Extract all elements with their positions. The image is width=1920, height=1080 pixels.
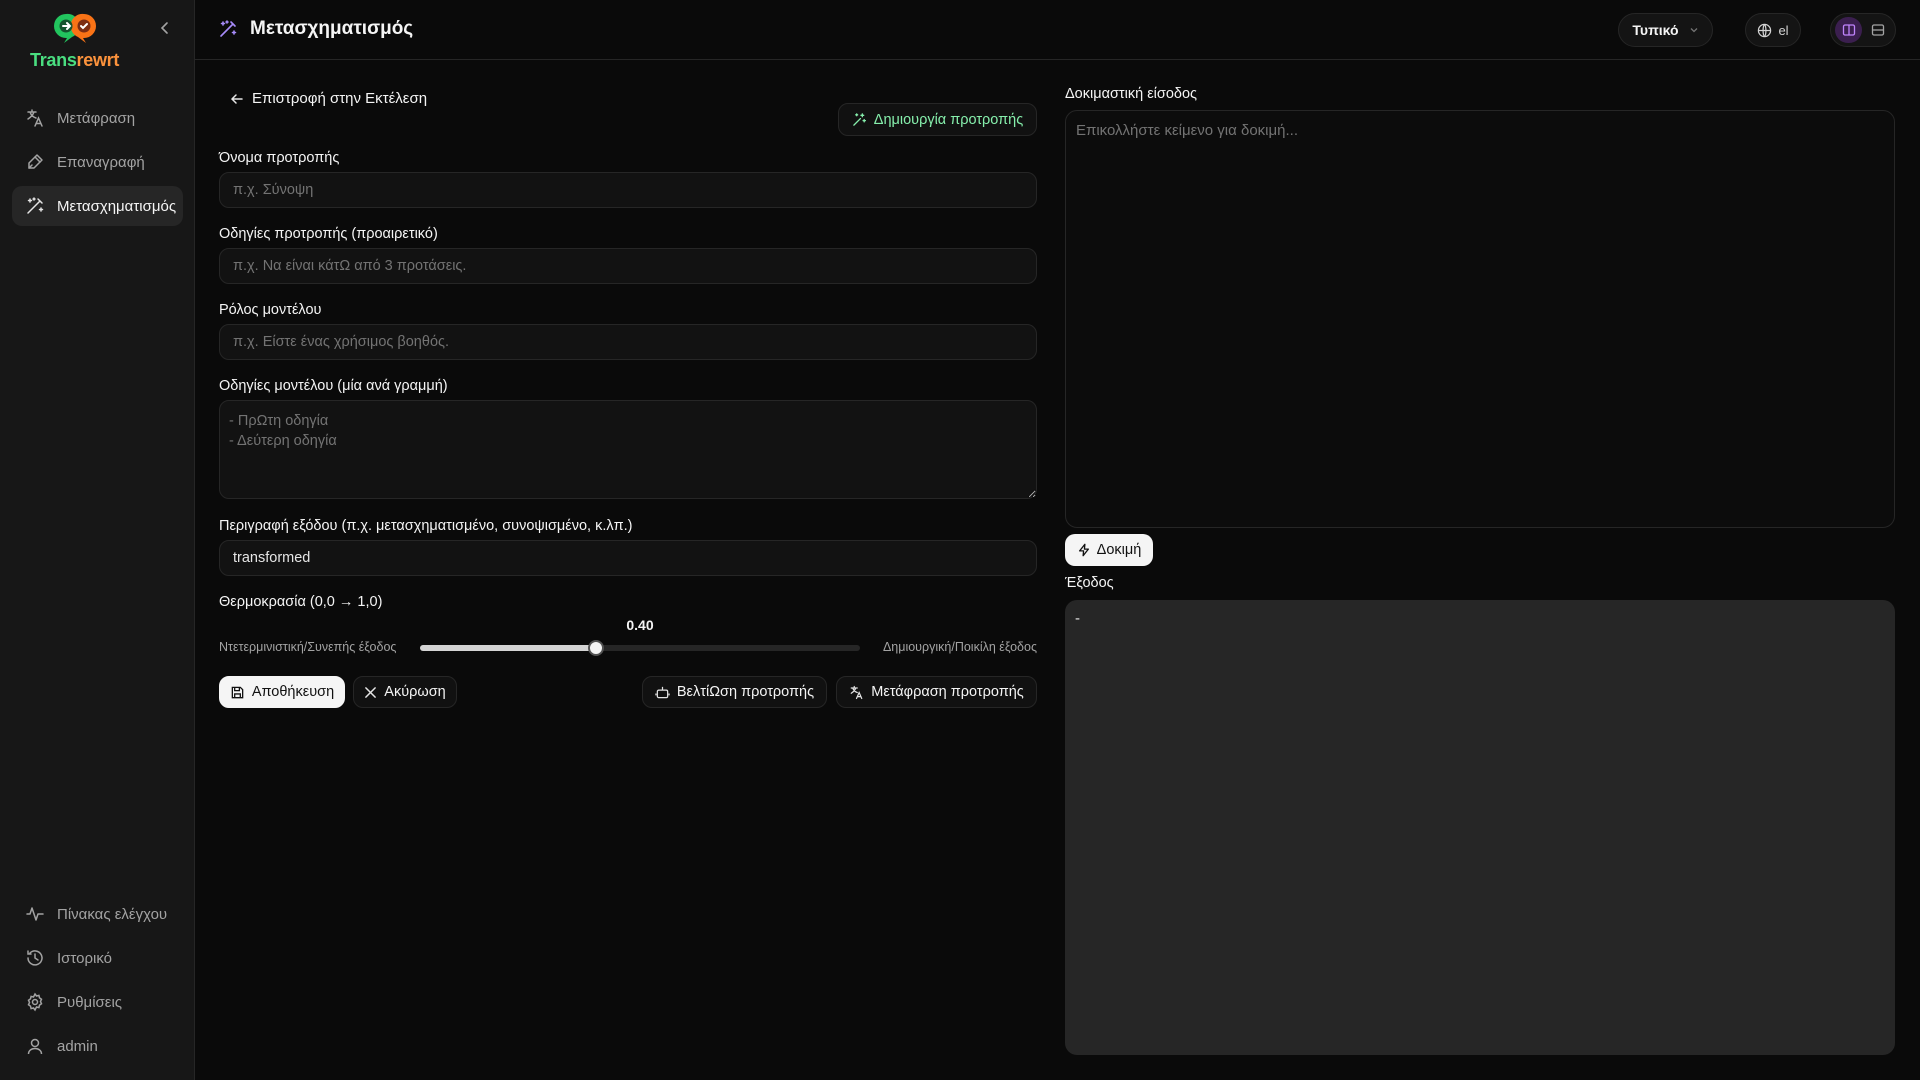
- language-select[interactable]: el: [1745, 13, 1801, 47]
- model-instructions-textarea[interactable]: [219, 400, 1037, 499]
- gear-icon: [27, 992, 43, 1012]
- mode-select-value: Τυπικό: [1632, 22, 1679, 38]
- temperature-max-hint: Δημιουργική/Ποικίλη έξοδος: [882, 640, 1037, 654]
- sidebar-item-transform[interactable]: Μετασχηματισμός: [12, 186, 183, 226]
- cancel-button[interactable]: Ακύρωση: [353, 676, 457, 708]
- improve-prompt-label: ΒελτίΩση προτροπής: [676, 684, 815, 700]
- sidebar-item-label: Ρυθμίσεις: [57, 993, 123, 1011]
- rows-icon: [1871, 24, 1884, 36]
- lightning-icon: [1078, 543, 1089, 557]
- sidebar-item-label: Ιστορικό: [57, 949, 113, 967]
- columns-icon: [1842, 24, 1855, 36]
- temperature-slider-fill: [420, 645, 596, 651]
- run-test-button[interactable]: Δοκιμή: [1065, 534, 1153, 566]
- sidebar-nav-main: Μετάφραση Επαναγραφή Μετασχηματισμός: [12, 98, 183, 230]
- translate-icon: [27, 109, 43, 127]
- split-view-button[interactable]: [1835, 17, 1862, 43]
- translate-icon: [850, 685, 863, 699]
- stacked-view-button[interactable]: [1864, 17, 1891, 43]
- app-name: Transrewrt: [30, 50, 120, 70]
- sidebar-item-user[interactable]: admin: [12, 1026, 183, 1066]
- model-role-input[interactable]: [219, 324, 1037, 360]
- sidebar-item-label: Μετασχηματισμός: [57, 197, 177, 215]
- globe-icon: [1758, 23, 1772, 37]
- arrow-left-icon: [230, 93, 243, 104]
- magic-wand-icon: [220, 20, 237, 37]
- chevron-down-icon: [1690, 28, 1698, 33]
- sidebar-item-label: admin: [57, 1037, 98, 1055]
- prompt-instructions-input[interactable]: [219, 248, 1037, 284]
- history-icon: [27, 950, 43, 966]
- back-to-run-link[interactable]: Επιστροφή στην Εκτέλεση: [230, 90, 427, 107]
- sidebar: Transrewrt Μετάφραση Επαναγραφή Μετασχημ…: [0, 0, 195, 1080]
- model-role-label: Ρόλος μοντέλου: [219, 302, 322, 318]
- run-test-label: Δοκιμή: [1096, 542, 1142, 558]
- output-text: -: [1075, 610, 1080, 627]
- robot-icon: [655, 686, 670, 698]
- pen-icon: [28, 154, 43, 169]
- save-icon: [231, 686, 244, 698]
- sidebar-item-label: Μετάφραση: [57, 109, 136, 127]
- prompt-name-label: Όνομα προτροπής: [219, 150, 340, 166]
- temperature-min-hint: Ντετερμινιστική/Συνεπής έξοδος: [219, 640, 397, 654]
- create-prompt-button[interactable]: Δημιουργία προτροπής: [838, 103, 1037, 136]
- chat-bubbles-logo-icon: [52, 12, 98, 44]
- layout-toggle: [1830, 13, 1896, 47]
- back-link-label: Επιστροφή στην Εκτέλεση: [252, 90, 428, 107]
- sidebar-item-dashboard[interactable]: Πίνακας ελέγχου: [12, 894, 183, 934]
- cancel-label: Ακύρωση: [384, 684, 446, 700]
- page-title: Μετασχηματισμός: [250, 18, 414, 39]
- activity-icon: [26, 907, 44, 921]
- improve-prompt-button[interactable]: ΒελτίΩση προτροπής: [642, 676, 827, 708]
- output-label: Έξοδος: [1065, 575, 1114, 591]
- language-code: el: [1778, 22, 1789, 38]
- sidebar-item-label: Επαναγραφή: [57, 153, 145, 171]
- create-prompt-label: Δημιουργία προτροπής: [873, 111, 1024, 128]
- temperature-slider-thumb[interactable]: [588, 640, 604, 656]
- prompt-name-input[interactable]: [219, 172, 1037, 208]
- temperature-label: Θερμοκρασία (0,0 → 1,0): [219, 594, 383, 610]
- mode-select[interactable]: Τυπικό: [1618, 13, 1713, 47]
- save-label: Αποθήκευση: [251, 684, 335, 700]
- sidebar-item-label: Πίνακας ελέγχου: [57, 905, 168, 923]
- sidebar-item-settings[interactable]: Ρυθμίσεις: [12, 982, 183, 1022]
- prompt-instructions-label: Οδηγίες προτροπής (προαιρετικό): [219, 226, 438, 242]
- sidebar-item-history[interactable]: Ιστορικό: [12, 938, 183, 978]
- sparkles-icon: [852, 113, 866, 126]
- user-icon: [27, 1038, 43, 1055]
- close-icon: [365, 686, 377, 698]
- output-panel: -: [1065, 600, 1895, 1055]
- sidebar-item-rewrite[interactable]: Επαναγραφή: [12, 142, 183, 182]
- chevron-left-icon: [160, 22, 168, 34]
- output-description-input[interactable]: [219, 540, 1037, 576]
- test-input-textarea[interactable]: [1065, 110, 1895, 528]
- temperature-value: 0.40: [626, 617, 654, 633]
- test-input-label: Δοκιμαστική είσοδος: [1065, 86, 1198, 102]
- model-instructions-label: Οδηγίες μοντέλου (μία ανά γραμμή): [219, 378, 448, 394]
- magic-wand-icon: [27, 197, 44, 214]
- sidebar-item-translate[interactable]: Μετάφραση: [12, 98, 183, 138]
- translate-prompt-label: Μετάφραση προτροπής: [871, 684, 1024, 700]
- temperature-slider-row: Ντετερμινιστική/Συνεπής έξοδος 0.40 Δημι…: [219, 612, 1037, 656]
- top-header: Μετασχηματισμός Τυπικό el: [195, 0, 1920, 60]
- collapse-sidebar-button[interactable]: [157, 20, 173, 36]
- translate-prompt-button[interactable]: Μετάφραση προτροπής: [836, 676, 1037, 708]
- temperature-slider[interactable]: 0.40: [420, 617, 860, 656]
- output-description-label: Περιγραφή εξόδου (π.χ. μετασχηματισμένο,…: [219, 518, 633, 534]
- sidebar-nav-footer: Πίνακας ελέγχου Ιστορικό Ρυθμίσεις admin: [12, 894, 183, 1070]
- page-heading: Μετασχηματισμός: [218, 18, 413, 40]
- save-button[interactable]: Αποθήκευση: [219, 676, 345, 708]
- app-logo[interactable]: Transrewrt: [30, 12, 130, 72]
